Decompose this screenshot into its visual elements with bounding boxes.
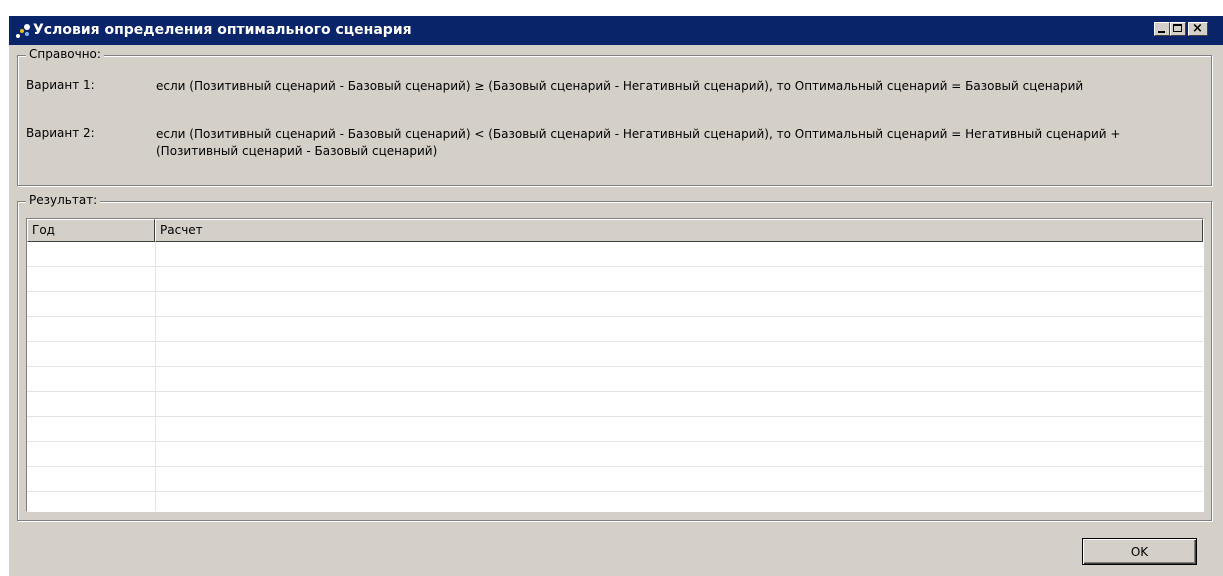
table-row[interactable] <box>27 392 1203 417</box>
window-title: Условия определения оптимального сценари… <box>33 22 412 38</box>
title-bar[interactable]: Условия определения оптимального сценари… <box>9 16 1223 45</box>
maximize-button[interactable] <box>1170 22 1186 36</box>
close-button[interactable]: × <box>1188 21 1208 36</box>
variant-1-label: Вариант 1: <box>26 78 95 92</box>
ok-button[interactable]: OK <box>1082 538 1197 565</box>
result-group-label: Результат: <box>26 193 101 207</box>
variant-2-text: если (Позитивный сценарий - Базовый сцен… <box>156 127 1121 158</box>
table-row[interactable] <box>27 442 1203 467</box>
table-row[interactable] <box>27 242 1203 267</box>
close-icon: × <box>1192 21 1203 36</box>
table-row[interactable] <box>27 342 1203 367</box>
result-table[interactable]: Год Расчет <box>26 218 1204 512</box>
table-row[interactable] <box>27 267 1203 292</box>
table-body[interactable] <box>27 242 1203 511</box>
table-row[interactable] <box>27 367 1203 392</box>
column-header-year[interactable]: Год <box>27 219 155 242</box>
table-header: Год Расчет <box>27 219 1203 242</box>
reference-group-label: Справочно: <box>26 47 104 61</box>
column-header-calculation[interactable]: Расчет <box>155 219 1203 242</box>
reference-group <box>17 55 1212 186</box>
table-row[interactable] <box>27 467 1203 492</box>
minimize-button[interactable] <box>1154 22 1170 36</box>
app-icon <box>16 24 30 38</box>
table-row[interactable] <box>27 492 1203 511</box>
table-row[interactable] <box>27 317 1203 342</box>
table-row[interactable] <box>27 292 1203 317</box>
variant-2-label: Вариант 2: <box>26 126 95 140</box>
variant-1-text: если (Позитивный сценарий - Базовый сцен… <box>156 79 1084 93</box>
table-row[interactable] <box>27 417 1203 442</box>
